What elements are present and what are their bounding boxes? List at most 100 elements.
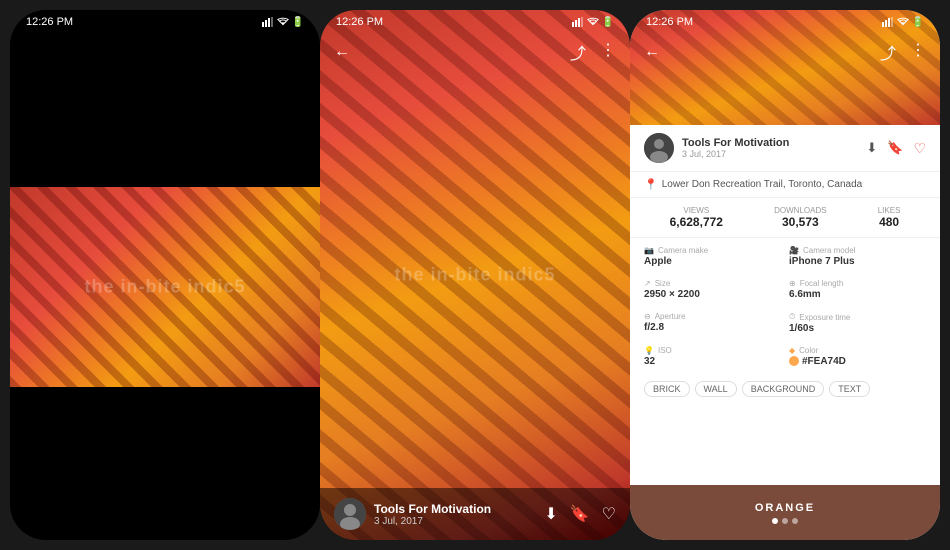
camera-make-label: 📷 Camera make <box>644 246 781 255</box>
download-button-2[interactable]: ⬇ <box>544 504 557 524</box>
focal-item: ⊕ Focal length 6.6mm <box>789 275 926 304</box>
signal-icon <box>262 17 274 27</box>
top-action-bar-2: ← ⤴ ⋮ <box>320 32 630 72</box>
color-icon: ◆ <box>789 346 795 355</box>
avatar-image-3 <box>644 133 674 163</box>
color-banner: ORANGE <box>630 485 940 540</box>
share-button-3[interactable]: ⤴ <box>880 40 896 64</box>
camera-make-value: Apple <box>644 256 781 267</box>
exposure-value: 1/60s <box>789 323 926 334</box>
size-item: ↗ Size 2950 × 2200 <box>644 275 781 304</box>
author-date-3: 3 Jul, 2017 <box>682 149 866 159</box>
bookmark-button-2[interactable]: 🔖 <box>570 504 590 524</box>
author-name-3: Tools For Motivation <box>682 137 866 149</box>
photo-actions-2: ⬇ 🔖 ♡ <box>544 504 616 524</box>
views-value: 6,628,772 <box>670 215 723 229</box>
share-button-2[interactable]: ⤴ <box>570 40 586 64</box>
signal-icons-3: 🔋 <box>882 17 924 28</box>
top-action-bar-3: ← ⤴ ⋮ <box>630 32 940 72</box>
black-bottom <box>10 387 320 540</box>
download-button-3[interactable]: ⬇ <box>866 140 877 157</box>
exposure-icon: ⏱ <box>789 312 795 322</box>
views-stat: Views 6,628,772 <box>670 206 723 229</box>
user-info-2: Tools For Motivation 3 Jul, 2017 <box>374 502 544 527</box>
size-value: 2950 × 2200 <box>644 289 781 300</box>
stats-row: Views 6,628,772 Downloads 30,573 Likes 4… <box>630 198 940 238</box>
meta-grid: 📷 Camera make Apple 🎥 Camera model iPhon… <box>630 238 940 375</box>
battery-icon-2: 🔋 <box>602 17 614 28</box>
aperture-value: f/2.8 <box>644 322 781 333</box>
camera-model-label: 🎥 Camera model <box>789 246 926 255</box>
phone-screen-1: 12:26 PM 🔋 the in-bite indic5 <box>10 10 320 540</box>
views-label: Views <box>670 206 723 215</box>
phone-screen-2: the in-bite indic5 12:26 PM <box>320 10 630 540</box>
signal-icons-1: 🔋 <box>262 17 304 28</box>
user-avatar-2 <box>334 498 366 530</box>
status-bar-1: 12:26 PM 🔋 <box>10 10 320 32</box>
photo-bottom-bar: Tools For Motivation 3 Jul, 2017 ⬇ 🔖 ♡ <box>320 488 630 540</box>
like-button-3[interactable]: ♡ <box>913 140 926 157</box>
exposure-item: ⏱ Exposure time 1/60s <box>789 308 926 338</box>
bookmark-button-3[interactable]: 🔖 <box>887 140 903 157</box>
iso-icon: 💡 <box>644 346 654 355</box>
tag-background[interactable]: BACKGROUND <box>742 381 825 397</box>
author-avatar <box>644 133 674 163</box>
battery-icon-3: 🔋 <box>912 17 924 28</box>
camera-model-item: 🎥 Camera model iPhone 7 Plus <box>789 242 926 271</box>
status-bar-3: 12:26 PM 🔋 <box>630 10 940 32</box>
back-button-3[interactable]: ← <box>644 43 660 61</box>
focal-value: 6.6mm <box>789 289 926 300</box>
aperture-icon: ⊖ <box>644 312 651 321</box>
aperture-item: ⊖ Aperture f/2.8 <box>644 308 781 338</box>
video-camera-icon: 🎥 <box>789 246 799 255</box>
tag-brick[interactable]: BRICK <box>644 381 690 397</box>
tags-row: BRICK WALL BACKGROUND TEXT <box>630 375 940 403</box>
wifi-icon-3 <box>897 17 909 27</box>
dot-2 <box>782 518 788 524</box>
downloads-label: Downloads <box>774 206 826 215</box>
more-button-3[interactable]: ⋮ <box>910 40 926 64</box>
status-bar-2: 12:26 PM 🔋 <box>320 10 630 32</box>
color-value: #FEA74D <box>789 356 926 367</box>
banner-dots <box>772 518 798 524</box>
screens-container: 12:26 PM 🔋 the in-bite indic5 <box>0 0 950 550</box>
likes-value: 480 <box>878 215 901 229</box>
watermark-2: the in-bite indic5 <box>394 265 555 286</box>
color-item: ◆ Color #FEA74D <box>789 342 926 371</box>
aperture-label: ⊖ Aperture <box>644 312 781 321</box>
avatar-image-2 <box>334 498 366 530</box>
downloads-value: 30,573 <box>774 215 826 229</box>
black-top <box>10 32 320 187</box>
signal-icon-3 <box>882 17 894 27</box>
wifi-icon-2 <box>587 17 599 27</box>
signal-icon-2 <box>572 17 584 27</box>
author-row: Tools For Motivation 3 Jul, 2017 ⬇ 🔖 ♡ <box>630 125 940 172</box>
full-photo: the in-bite indic5 12:26 PM <box>320 10 630 540</box>
iso-item: 💡 ISO 32 <box>644 342 781 371</box>
likes-stat: Likes 480 <box>878 206 901 229</box>
time-3: 12:26 PM <box>646 16 693 28</box>
back-button-2[interactable]: ← <box>334 43 350 61</box>
downloads-stat: Downloads 30,573 <box>774 206 826 229</box>
tag-text[interactable]: TEXT <box>829 381 870 397</box>
author-action-buttons: ⬇ 🔖 ♡ <box>866 140 926 157</box>
wifi-icon <box>277 17 289 27</box>
iso-label: 💡 ISO <box>644 346 781 355</box>
more-button-2[interactable]: ⋮ <box>600 40 616 64</box>
location-row: 📍 Lower Don Recreation Trail, Toronto, C… <box>630 172 940 198</box>
tag-wall[interactable]: WALL <box>695 381 737 397</box>
camera-make-item: 📷 Camera make Apple <box>644 242 781 271</box>
like-button-2[interactable]: ♡ <box>602 504 616 524</box>
phone-screen-3: 12:26 PM 🔋 ← <box>630 10 940 540</box>
likes-label: Likes <box>878 206 901 215</box>
location-text: Lower Don Recreation Trail, Toronto, Can… <box>662 179 862 190</box>
time-1: 12:26 PM <box>26 16 73 28</box>
author-info-3: Tools For Motivation 3 Jul, 2017 <box>682 137 866 159</box>
location-pin-icon: 📍 <box>644 178 658 191</box>
focal-icon: ⊕ <box>789 279 796 288</box>
color-label: ◆ Color <box>789 346 926 355</box>
photo-preview: the in-bite indic5 <box>10 187 320 387</box>
banner-label: ORANGE <box>755 502 815 514</box>
iso-value: 32 <box>644 356 781 367</box>
camera-icon: 📷 <box>644 246 654 255</box>
